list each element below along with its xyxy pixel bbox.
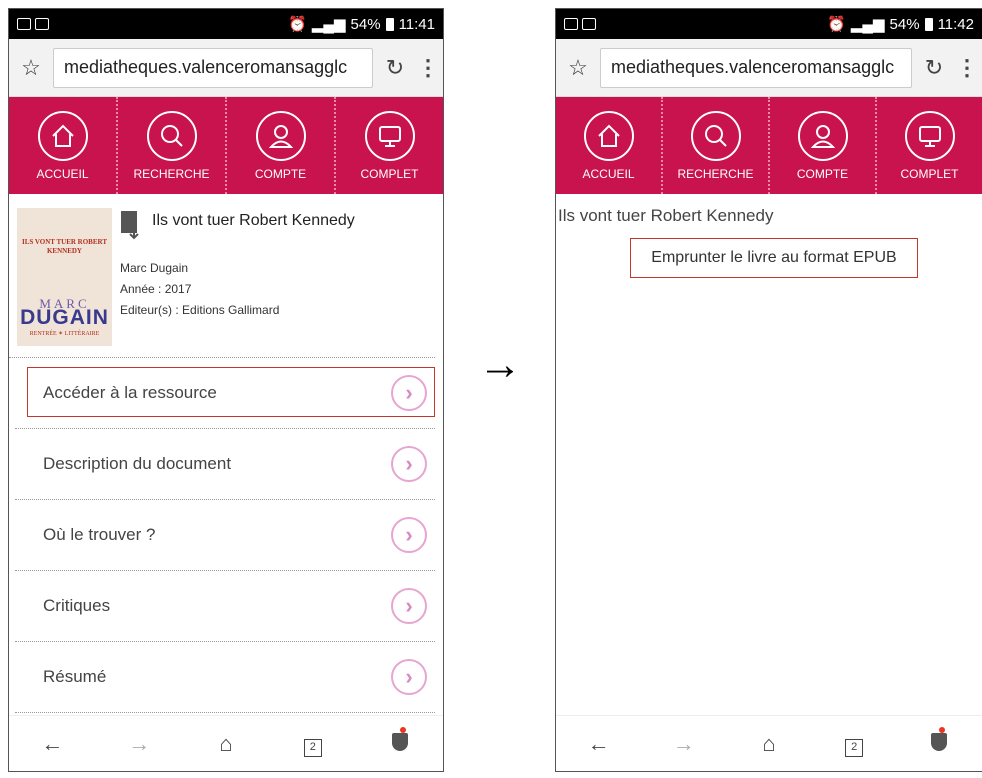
list-item-label: Résumé: [43, 667, 107, 686]
home-icon: [37, 110, 88, 161]
nav-label: RECHERCHE: [133, 166, 210, 181]
back-arrow-icon[interactable]: ←: [579, 731, 619, 757]
book-author[interactable]: Marc Dugain: [120, 258, 427, 279]
nav-label: COMPTE: [254, 166, 307, 181]
list-item-resume[interactable]: Résumé ›: [15, 642, 435, 713]
chevron-right-icon: ›: [391, 446, 427, 482]
notification-dot: [939, 726, 946, 733]
battery-icon: [924, 17, 933, 31]
chevron-right-icon: ›: [391, 375, 427, 411]
book-publisher: Editeur(s) : Editions Gallimard: [120, 303, 280, 317]
chevron-right-icon: ›: [391, 517, 427, 553]
battery-percent: 54%: [889, 15, 920, 33]
site-nav: ACCUEIL RECHERCHE COMPTE COMPLET: [9, 97, 443, 194]
nav-complet[interactable]: COMPLET: [877, 97, 982, 194]
notification-dot: [399, 726, 406, 733]
ebook-download-icon: [121, 211, 139, 240]
monitor-icon: [904, 110, 955, 161]
signal-icon: ▂▄▆: [850, 16, 885, 33]
back-arrow-icon[interactable]: ←: [32, 731, 72, 757]
book-summary: ILS VONT TUER ROBERT KENNEDY MARC DUGAIN…: [9, 194, 435, 358]
signal-icon: ▂▄▆: [311, 16, 346, 33]
tabs-button[interactable]: 2: [293, 730, 333, 757]
list-item-label: Description du document: [43, 454, 232, 473]
book-cover[interactable]: ILS VONT TUER ROBERT KENNEDY MARC DUGAIN…: [17, 208, 112, 346]
nav-label: ACCUEIL: [36, 166, 89, 181]
alarm-icon: ⏰: [827, 16, 846, 33]
tabs-count: 2: [303, 739, 322, 757]
clock: 11:41: [398, 15, 435, 33]
cover-band: RENTRÉE ✶ LITTÉRAIRE: [29, 331, 100, 337]
url-field[interactable]: mediatheques.valenceromansagglc: [53, 47, 373, 88]
battery-icon: [385, 17, 394, 31]
home-icon[interactable]: ⌂: [749, 731, 789, 757]
forward-arrow-icon[interactable]: →: [664, 731, 704, 757]
reload-icon[interactable]: ↻: [383, 55, 407, 81]
book-title: Ils vont tuer Robert Kennedy: [558, 206, 774, 225]
tabs-button[interactable]: 2: [834, 730, 874, 757]
nav-accueil[interactable]: ACCUEIL: [556, 97, 663, 194]
browser-bottom-bar: ← → ⌂ 2: [556, 715, 982, 771]
list-item-label: Critiques: [43, 596, 111, 615]
gallery-icon: [17, 18, 31, 30]
nav-label: COMPLET: [900, 166, 959, 181]
search-icon: [690, 110, 741, 161]
home-icon[interactable]: ⌂: [206, 731, 246, 757]
bookmark-star-icon[interactable]: ☆: [19, 55, 43, 81]
tabs-count: 2: [845, 739, 864, 757]
book-title: Ils vont tuer Robert Kennedy: [152, 212, 355, 229]
borrow-epub-button[interactable]: Emprunter le livre au format EPUB: [630, 238, 918, 278]
home-icon: [583, 110, 634, 161]
forward-arrow-icon[interactable]: →: [119, 731, 159, 757]
list-item-description[interactable]: Description du document ›: [15, 429, 435, 500]
reload-icon[interactable]: ↻: [922, 55, 946, 81]
nav-label: RECHERCHE: [677, 166, 754, 181]
mail-icon: [582, 18, 596, 30]
status-bar: ⏰ ▂▄▆ 54% 11:41: [9, 9, 443, 39]
alarm-icon: ⏰: [288, 16, 307, 33]
chevron-right-icon: ›: [391, 659, 427, 695]
monitor-icon: [364, 110, 415, 161]
list-item-critiques[interactable]: Critiques ›: [15, 571, 435, 642]
cover-title: ILS VONT TUER ROBERT KENNEDY: [21, 238, 107, 255]
chevron-right-icon: ›: [391, 588, 427, 624]
transition-arrow: →: [478, 340, 522, 389]
nav-complet[interactable]: COMPLET: [336, 97, 443, 194]
nav-compte[interactable]: COMPTE: [770, 97, 877, 194]
address-bar: ☆ mediatheques.valenceromansagglc ↻ ⋮: [556, 39, 982, 97]
status-bar: ⏰ ▂▄▆ 54% 11:42: [556, 9, 982, 39]
overflow-menu-icon[interactable]: ⋮: [956, 55, 978, 81]
mail-icon: [35, 18, 49, 30]
nav-label: COMPLET: [360, 166, 419, 181]
site-nav: ACCUEIL RECHERCHE COMPTE COMPLET: [556, 97, 982, 194]
shield-icon[interactable]: [919, 726, 959, 757]
book-year: Année : 2017: [120, 282, 192, 296]
url-field[interactable]: mediatheques.valenceromansagglc: [600, 47, 912, 88]
bookmark-star-icon[interactable]: ☆: [566, 55, 590, 81]
list-item-acceder-ressource[interactable]: Accéder à la ressource ›: [15, 358, 435, 429]
nav-recherche[interactable]: RECHERCHE: [663, 97, 770, 194]
nav-compte[interactable]: COMPTE: [227, 97, 336, 194]
search-icon: [146, 110, 197, 161]
phone-screen-before: ⏰ ▂▄▆ 54% 11:41 ☆ mediatheques.valencero…: [8, 8, 444, 772]
nav-label: COMPTE: [796, 166, 849, 181]
address-bar: ☆ mediatheques.valenceromansagglc ↻ ⋮: [9, 39, 443, 97]
nav-accueil[interactable]: ACCUEIL: [9, 97, 118, 194]
nav-label: ACCUEIL: [582, 166, 635, 181]
list-item-label: Accéder à la ressource: [43, 383, 217, 402]
phone-screen-after: ⏰ ▂▄▆ 54% 11:42 ☆ mediatheques.valencero…: [555, 8, 982, 772]
list-item-ou-trouver[interactable]: Où le trouver ? ›: [15, 500, 435, 571]
gallery-icon: [564, 18, 578, 30]
cover-author-last: DUGAIN: [20, 306, 109, 329]
list-item-label: Où le trouver ?: [43, 525, 156, 544]
user-icon: [797, 110, 848, 161]
shield-icon[interactable]: [380, 726, 420, 757]
battery-percent: 54%: [350, 15, 381, 33]
action-list: Accéder à la ressource › Description du …: [15, 358, 435, 713]
nav-recherche[interactable]: RECHERCHE: [118, 97, 227, 194]
browser-bottom-bar: ← → ⌂ 2: [9, 715, 443, 771]
clock: 11:42: [937, 15, 974, 33]
overflow-menu-icon[interactable]: ⋮: [417, 55, 439, 81]
user-icon: [255, 110, 306, 161]
